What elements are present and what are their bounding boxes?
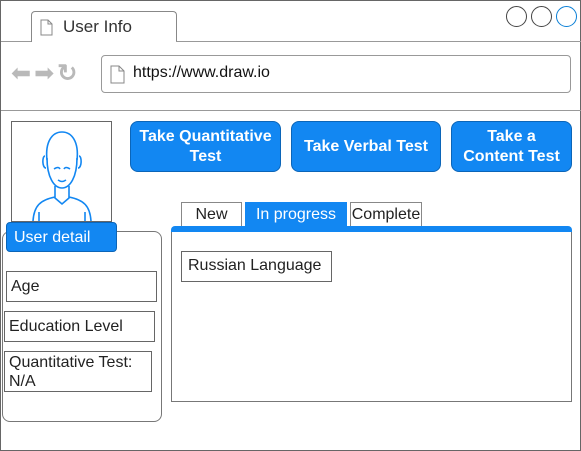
take-content-test-button[interactable]: Take a Content Test [451,121,572,172]
browser-tab[interactable]: User Info [31,11,177,42]
tab-new[interactable]: New [181,202,242,227]
tab-complete[interactable]: Complete [350,202,422,227]
list-item[interactable]: Russian Language [181,251,332,282]
close-button[interactable] [556,6,577,27]
take-quantitative-test-button[interactable]: Take Quantitative Test [130,121,281,172]
take-verbal-test-button[interactable]: Take Verbal Test [291,121,441,172]
maximize-button[interactable] [531,6,552,27]
document-icon [110,65,125,84]
url-text: https://www.draw.io [133,64,270,81]
user-silhouette-icon [32,131,92,221]
back-arrow-icon[interactable]: ⬅ [11,60,31,88]
forward-arrow-icon[interactable]: ➡ [34,60,54,88]
tab-divider [176,41,581,42]
quantitative-test-field[interactable]: Quantitative Test: N/A [4,351,152,392]
age-field[interactable]: Age [6,271,157,302]
refresh-icon[interactable]: ↻ [57,60,77,88]
navigation-controls: ⬅ ➡ ↻ [11,60,77,88]
address-bar[interactable]: https://www.draw.io [101,55,571,93]
user-detail-header: User detail [6,222,117,252]
browser-window: User Info ⬅ ➡ ↻ https://www.draw.io Take… [0,0,581,451]
tab-divider [1,41,32,42]
tab-title: User Info [63,17,132,36]
document-icon [40,19,53,36]
toolbar-divider [1,110,581,111]
avatar [11,121,112,222]
minimize-button[interactable] [506,6,527,27]
education-level-field[interactable]: Education Level [4,311,155,342]
tab-in-progress[interactable]: In progress [245,202,347,227]
